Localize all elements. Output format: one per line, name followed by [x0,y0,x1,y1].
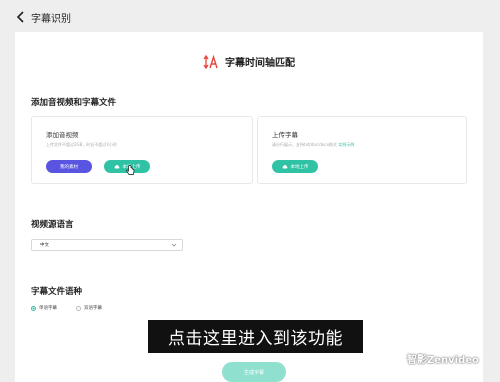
top-bar: 字幕识别 [0,0,500,34]
cloud-upload-icon [114,164,119,168]
header: 字幕时间轴匹配 [15,54,483,69]
av-panel-title: 添加音视频 [46,131,79,139]
my-assets-label: 我的素材 [60,164,78,170]
subtitle-timeline-icon [203,54,218,69]
subtitle-panel-desc: 请分行展示，支持txt/doc/docx格式 实例示例 [272,142,354,148]
radio-label: 双语字幕 [84,306,102,311]
wechat-icon [390,353,404,364]
radio-button[interactable] [31,305,36,311]
feature-title: 字幕时间轴匹配 [225,58,295,69]
hand-cursor-icon [126,165,135,175]
example-link[interactable]: 实例示例 [338,142,354,147]
section-source-language: 视频源语言 [31,220,74,230]
section-subtitle-language: 字幕文件语种 [31,287,83,297]
section-add-files: 添加音视频和字幕文件 [31,98,117,108]
video-caption: 点击这里进入到该功能 [148,320,363,353]
subtitle-local-upload-label: 本地上传 [290,164,309,170]
back-arrow-icon[interactable] [16,11,26,23]
cloud-upload-icon [282,164,287,168]
language-select[interactable]: 中文 [31,239,183,251]
av-panel-desc: 上传文件不超过2GB，时长不超过2小时 [46,142,117,147]
watermark: 智影Zenvideo [390,351,479,366]
subtitle-panel-title: 上传字幕 [272,131,298,139]
language-select-value: 中文 [40,243,49,248]
radio-label: 单语字幕 [39,306,57,311]
watermark-text: 智影Zenvideo [407,355,479,366]
page-title: 字幕识别 [31,13,71,25]
subtitle-local-upload-button[interactable]: 本地上传 [272,160,318,173]
my-assets-button[interactable]: 我的素材 [46,160,92,173]
subtitle-format-desc: 请分行展示，支持txt/doc/docx格式 [272,142,337,147]
chevron-down-icon [171,243,177,247]
generate-subtitle-button[interactable]: 生成字幕 [222,362,286,382]
caption-text: 点击这里进入到该功能 [168,329,343,349]
radio-bilingual[interactable]: 双语字幕 [76,305,102,311]
av-upload-panel: 添加音视频 上传文件不超过2GB，时长不超过2小时 我的素材 本地上传 [31,116,253,184]
subtitle-upload-panel: 上传字幕 请分行展示，支持txt/doc/docx格式 实例示例 本地上传 [257,116,467,184]
radio-button[interactable] [76,305,81,311]
generate-subtitle-label: 生成字幕 [243,369,264,376]
radio-monolingual[interactable]: 单语字幕 [31,305,57,311]
